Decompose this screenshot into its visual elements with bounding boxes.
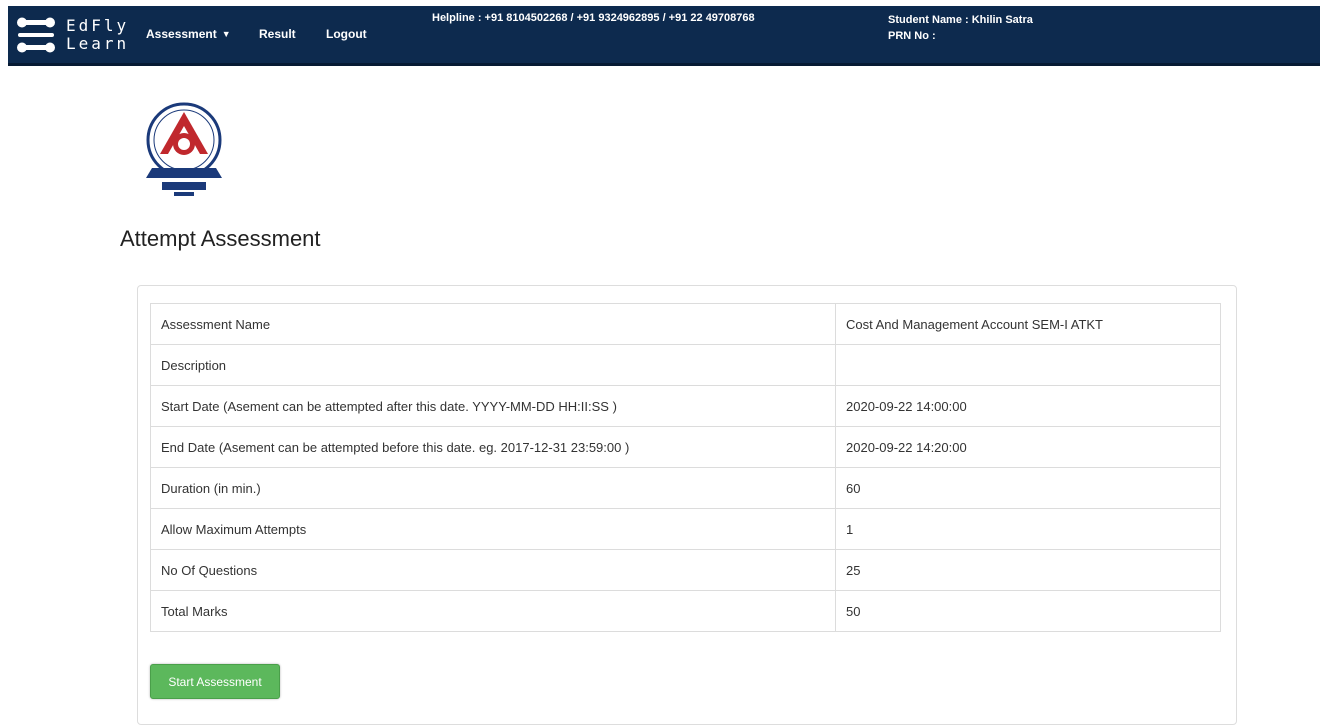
top-navbar: EdFly Learn Assessment ▼ Result Logout He… (8, 6, 1320, 66)
helpline-text: Helpline : +91 8104502268 / +91 93249628… (432, 12, 755, 24)
row-label: End Date (Asement can be attempted befor… (150, 426, 836, 468)
row-value: 2020-09-22 14:20:00 (835, 426, 1221, 468)
table-row: End Date (Asement can be attempted befor… (150, 426, 1221, 468)
prn-number: PRN No : (888, 30, 936, 42)
brand-line-1: EdFly (66, 16, 130, 35)
row-label: Allow Maximum Attempts (150, 508, 836, 550)
nav-logout-link[interactable]: Logout (326, 27, 367, 41)
table-row: Start Date (Asement can be attempted aft… (150, 385, 1221, 427)
table-row: No Of Questions 25 (150, 549, 1221, 591)
row-value: Cost And Management Account SEM-I ATKT (835, 303, 1221, 345)
row-label: No Of Questions (150, 549, 836, 591)
table-row: Duration (in min.) 60 (150, 467, 1221, 509)
brand[interactable]: EdFly Learn (14, 12, 129, 58)
nav-result-link[interactable]: Result (259, 27, 296, 41)
row-value: 1 (835, 508, 1221, 550)
row-value: 50 (835, 590, 1221, 632)
start-assessment-button[interactable]: Start Assessment (150, 664, 280, 699)
table-row: Total Marks 50 (150, 590, 1221, 632)
row-label: Duration (in min.) (150, 467, 836, 509)
assessment-details-table: Assessment Name Cost And Management Acco… (150, 303, 1221, 632)
row-value: 60 (835, 467, 1221, 509)
row-label: Assessment Name (150, 303, 836, 345)
nav-assessment-label: Assessment (146, 27, 217, 41)
page-title: Attempt Assessment (120, 226, 321, 251)
row-value: 25 (835, 549, 1221, 591)
nav-assessment-dropdown[interactable]: Assessment ▼ (146, 27, 231, 41)
row-label: Total Marks (150, 590, 836, 632)
row-label: Start Date (Asement can be attempted aft… (150, 385, 836, 427)
brand-line-2: Learn (66, 34, 130, 53)
student-info: Student Name : Khilin Satra PRN No : (888, 12, 1033, 44)
row-value: 2020-09-22 14:00:00 (835, 385, 1221, 427)
college-emblem-icon (146, 102, 222, 196)
table-row: Assessment Name Cost And Management Acco… (150, 303, 1221, 345)
row-label: Description (150, 344, 836, 386)
table-row: Description (150, 344, 1221, 386)
student-name: Student Name : Khilin Satra (888, 14, 1033, 26)
table-row: Allow Maximum Attempts 1 (150, 508, 1221, 550)
caret-down-icon: ▼ (221, 29, 231, 39)
row-value (835, 344, 1221, 386)
edfly-logo-icon (17, 17, 55, 53)
